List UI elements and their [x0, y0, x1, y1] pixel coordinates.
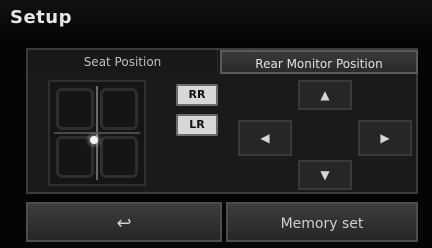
triangle-right-icon: ▶: [380, 131, 390, 145]
setup-screen: Setup Seat Position Rear Monitor Positio…: [0, 0, 432, 248]
position-indicator-dot: [90, 136, 98, 144]
move-right-button[interactable]: ▶: [358, 120, 412, 156]
seat-rear-right: [100, 136, 138, 178]
seat-lr-button[interactable]: LR: [176, 114, 218, 136]
move-left-button[interactable]: ◀: [238, 120, 292, 156]
seat-diagram: [48, 80, 146, 186]
triangle-down-icon: ▼: [320, 168, 330, 182]
seat-front-right: [100, 88, 138, 130]
seat-axis-horizontal: [54, 132, 140, 134]
move-up-button[interactable]: ▲: [298, 80, 352, 110]
seat-rear-left: [56, 136, 94, 178]
tab-rear-monitor-position[interactable]: Rear Monitor Position: [220, 50, 418, 74]
move-down-button[interactable]: ▼: [298, 160, 352, 190]
tab-seat-position[interactable]: Seat Position: [28, 50, 218, 74]
page-title: Setup: [10, 7, 72, 28]
title-bar: Setup: [0, 0, 432, 38]
seat-rr-button[interactable]: RR: [176, 84, 218, 106]
setup-panel: Seat Position Rear Monitor Position RR L…: [26, 48, 418, 194]
back-arrow-icon: ↩: [116, 213, 132, 234]
memory-set-button[interactable]: Memory set: [226, 202, 418, 242]
triangle-up-icon: ▲: [320, 88, 330, 102]
triangle-left-icon: ◀: [260, 131, 270, 145]
back-button[interactable]: ↩: [26, 202, 222, 242]
seat-front-left: [56, 88, 94, 130]
